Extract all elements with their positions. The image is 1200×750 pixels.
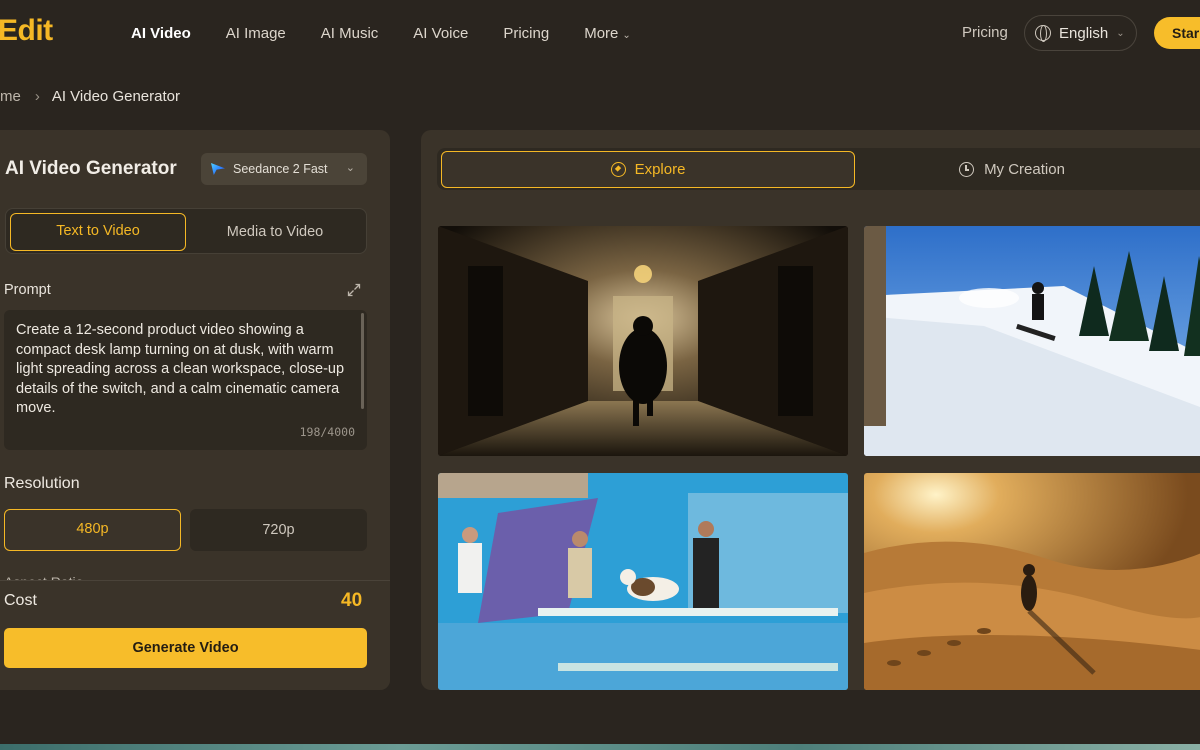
nav-link-ai-video[interactable]: AI Video	[131, 25, 191, 42]
mode-tabs: Text to Video Media to Video	[5, 208, 367, 254]
language-label: English	[1059, 24, 1109, 42]
history-icon	[959, 162, 975, 177]
cost-value: 40	[341, 590, 363, 611]
prompt-text: Create a 12-second product video showing…	[16, 322, 345, 416]
tab-text-to-video[interactable]: Text to Video	[10, 213, 186, 251]
tab-explore-label: Explore	[634, 161, 686, 178]
breadcrumb-current: AI Video Generator	[51, 88, 180, 105]
gallery-item-cat-diving[interactable]	[438, 473, 848, 690]
tab-media-to-video[interactable]: Media to Video	[187, 213, 363, 251]
hallway-image	[438, 226, 848, 456]
model-logo-icon	[211, 163, 225, 175]
nav-more-label: More	[584, 24, 619, 42]
top-nav: Edit AI Video AI Image AI Music AI Voice…	[0, 0, 1200, 66]
start-button[interactable]: Star	[1154, 17, 1200, 49]
resolution-720p-button[interactable]: 720p	[190, 509, 367, 551]
gallery-item-snowboarder[interactable]	[864, 226, 1200, 456]
gallery-tabs: Explore My Creation	[437, 148, 1200, 190]
breadcrumb-home[interactable]: me	[0, 88, 21, 105]
nav-links: AI Video AI Image AI Music AI Voice Pric…	[131, 0, 666, 66]
generate-video-button[interactable]: Generate Video	[4, 628, 367, 668]
snowboarder-image	[864, 226, 1200, 456]
nav-link-ai-voice[interactable]: AI Voice	[413, 25, 468, 42]
gallery-panel: Explore My Creation	[421, 130, 1200, 690]
panel-title: AI Video Generator	[5, 158, 177, 179]
logo[interactable]: Edit	[0, 14, 53, 48]
resolution-480p-button[interactable]: 480p	[4, 509, 181, 551]
char-count: 198/4000	[299, 424, 355, 439]
chevron-down-icon: ⌄	[1116, 27, 1125, 39]
model-label: Seedance 2 Fast	[233, 162, 328, 176]
prompt-input[interactable]: Create a 12-second product video showing…	[4, 310, 367, 450]
chevron-down-icon: ⌄	[622, 29, 631, 41]
breadcrumb: me › AI Video Generator	[0, 88, 180, 105]
nav-link-ai-music[interactable]: AI Music	[321, 25, 379, 42]
chevron-right-icon: ›	[34, 88, 40, 105]
window-edge	[0, 744, 1200, 750]
gallery-item-desert[interactable]	[864, 473, 1200, 690]
cost-footer: Cost 40 Generate Video	[0, 580, 390, 690]
compass-icon	[610, 162, 626, 177]
chevron-down-icon: ⌄	[345, 162, 355, 174]
aspect-ratio-label: Aspect Ratio	[4, 572, 83, 580]
cat-diving-image	[438, 473, 848, 690]
prompt-scrollbar[interactable]	[361, 313, 364, 409]
gallery-item-hallway[interactable]	[438, 226, 848, 456]
generator-panel: AI Video Generator Seedance 2 Fast ⌄ Tex…	[0, 130, 390, 690]
expand-icon[interactable]	[346, 282, 362, 298]
language-selector[interactable]: English ⌄	[1024, 15, 1137, 51]
model-select[interactable]: Seedance 2 Fast ⌄	[201, 153, 367, 185]
globe-icon	[1035, 25, 1051, 42]
nav-link-more[interactable]: More ⌄	[584, 25, 631, 42]
tab-my-creation[interactable]: My Creation	[857, 151, 1200, 188]
resolution-label: Resolution	[4, 475, 80, 492]
cost-label: Cost	[4, 592, 37, 609]
tab-explore[interactable]: Explore	[441, 151, 855, 188]
nav-link-pricing[interactable]: Pricing	[503, 25, 549, 42]
desert-image	[864, 473, 1200, 690]
header-pricing-link[interactable]: Pricing	[962, 24, 1008, 41]
tab-my-creation-label: My Creation	[984, 161, 1065, 178]
prompt-label: Prompt	[4, 282, 51, 298]
nav-link-ai-image[interactable]: AI Image	[226, 25, 286, 42]
